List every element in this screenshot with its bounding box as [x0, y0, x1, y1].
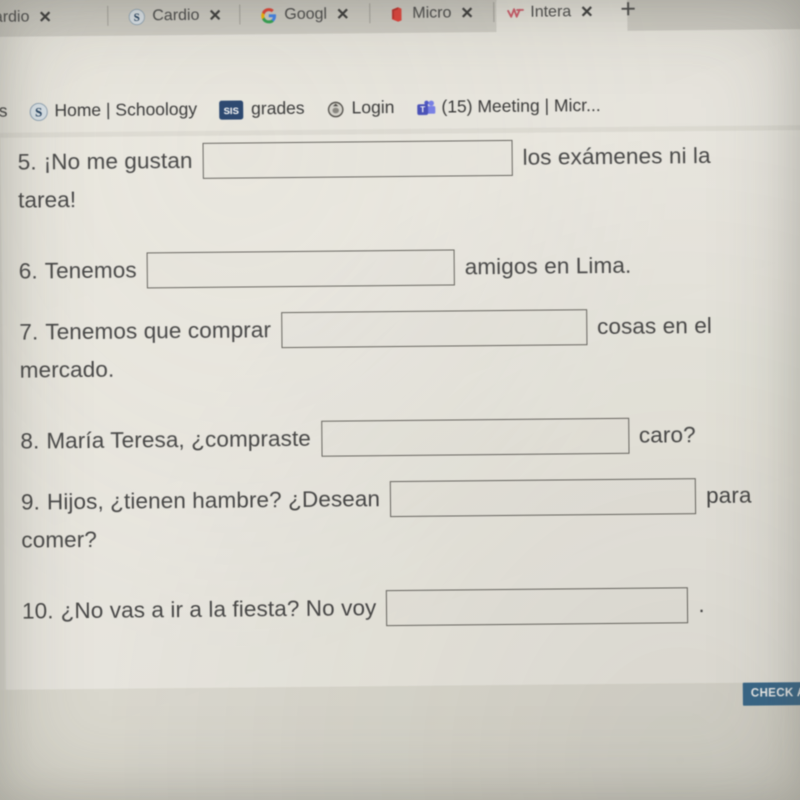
question-text-before: ¡No me gustan — [43, 147, 193, 175]
question-text-before: Hijos, ¿tienen hambre? ¿Desean — [46, 486, 381, 515]
bookmark-home-schoology[interactable]: S Home | Schoology — [29, 98, 197, 121]
svg-text:SIS: SIS — [223, 106, 238, 117]
question-text-before: María Teresa, ¿compraste — [46, 425, 312, 454]
question-text-before: ¿No vas a ir a la fiesta? No voy — [60, 595, 377, 624]
svg-text:S: S — [134, 11, 140, 23]
answer-input-7[interactable] — [280, 309, 588, 349]
tab-title: Intera — [530, 3, 572, 21]
bookmark-apps[interactable]: pps — [0, 100, 8, 121]
schoology-icon: S — [128, 8, 145, 25]
question-text-after: amigos en Lima. — [464, 252, 632, 280]
bookmark-login[interactable]: Login — [327, 97, 395, 119]
bookmark-label: pps — [0, 100, 8, 121]
question-text-after: caro? — [638, 422, 696, 448]
close-icon[interactable]: ✕ — [580, 2, 594, 22]
bookmark-label: Login — [351, 96, 395, 117]
office-icon — [388, 5, 405, 22]
browser-tab-4[interactable]: Micro ✕ — [378, 0, 509, 34]
browser-tab-3[interactable]: Googl ✕ — [250, 0, 385, 35]
browser-window: Cardio ✕ S Cardio ✕ Googl ✕ Micro ✕ Inte… — [0, 0, 800, 800]
question-text-before: Tenemos que comprar — [45, 317, 272, 345]
close-icon[interactable]: ✕ — [208, 6, 222, 26]
question-number: 6. — [18, 258, 38, 284]
tab-separator — [493, 2, 495, 23]
screen-photo: Cardio ✕ S Cardio ✕ Googl ✕ Micro ✕ Inte… — [0, 0, 800, 800]
svg-text:S: S — [35, 105, 42, 119]
question-text-tail: tarea! — [17, 187, 77, 213]
answer-input-8[interactable] — [320, 417, 630, 457]
answer-input-6[interactable] — [146, 249, 455, 289]
tab-separator — [239, 4, 241, 25]
question-text-tail: comer? — [21, 526, 98, 553]
vhl-icon — [506, 4, 524, 21]
teams-icon: T — [416, 98, 436, 115]
bookmark-label: Home | Schoology — [54, 98, 198, 120]
question-text-before: Tenemos — [44, 257, 137, 284]
svg-text:T: T — [420, 105, 425, 114]
question-number: 5. — [17, 149, 37, 175]
check-answers-button[interactable]: CHECK A — [742, 682, 800, 706]
question-item-8: 8. María Teresa, ¿compraste caro? — [20, 415, 800, 460]
panel-footer-area — [0, 682, 800, 800]
question-number: 9. — [20, 489, 41, 515]
answer-input-9[interactable] — [389, 478, 697, 518]
bookmark-label: grades — [250, 97, 305, 118]
question-item-5: 5. ¡No me gustan los exámenes ni la tare… — [18, 136, 789, 219]
question-item-10: 10. ¿No vas a ir a la fiesta? No voy . — [22, 585, 800, 631]
tab-title: Micro — [412, 4, 452, 22]
close-icon[interactable]: ✕ — [38, 7, 52, 27]
bookmark-label: (15) Meeting | Micr... — [441, 94, 601, 117]
close-icon[interactable]: ✕ — [336, 4, 350, 24]
tab-separator — [369, 3, 371, 24]
page-content: 5. ¡No me gustan los exámenes ni la tare… — [0, 125, 800, 800]
bookmark-teams-meeting[interactable]: T (15) Meeting | Micr... — [416, 94, 601, 118]
seal-icon — [327, 99, 344, 117]
question-number: 7. — [19, 319, 39, 345]
question-item-9: 9. Hijos, ¿tienen hambre? ¿Desean para c… — [21, 476, 800, 560]
new-tab-button[interactable]: + — [620, 0, 636, 24]
browser-tab-1[interactable]: Cardio ✕ — [0, 0, 117, 38]
tab-title: Cardio — [0, 8, 30, 26]
browser-tab-5-active[interactable]: Intera ✕ — [496, 0, 628, 33]
bookmark-grades[interactable]: SIS grades — [219, 97, 305, 120]
answer-input-10[interactable] — [386, 587, 689, 627]
sis-icon: SIS — [219, 100, 244, 120]
question-text-after: los exámenes ni la — [522, 143, 711, 170]
browser-toolbar: m3a.vhlcentral.com/sections/1028400/acti… — [0, 29, 800, 116]
question-number: 10. — [21, 598, 54, 624]
close-icon[interactable]: ✕ — [460, 3, 474, 23]
schoology-icon: S — [29, 102, 48, 121]
google-icon — [260, 7, 277, 24]
question-text-after: . — [698, 592, 705, 618]
activity-panel: 5. ¡No me gustan los exámenes ni la tare… — [0, 130, 800, 690]
tab-title: Cardio — [152, 6, 200, 25]
bookmarks-bar: pps S Home | Schoology SIS grades Login — [0, 81, 800, 133]
browser-tab-2[interactable]: S Cardio ✕ — [118, 0, 255, 36]
question-item-6: 6. Tenemos amigos en Lima. — [19, 245, 789, 290]
question-text-after: para — [705, 482, 752, 509]
answer-input-5[interactable] — [202, 139, 513, 179]
question-text-after: cosas en el — [596, 313, 713, 340]
question-number: 8. — [20, 428, 40, 454]
question-text-tail: mercado. — [19, 356, 115, 383]
tab-title: Googl — [284, 5, 328, 24]
tab-separator — [107, 5, 109, 26]
question-item-7: 7. Tenemos que comprar cosas en el merca… — [19, 306, 800, 389]
